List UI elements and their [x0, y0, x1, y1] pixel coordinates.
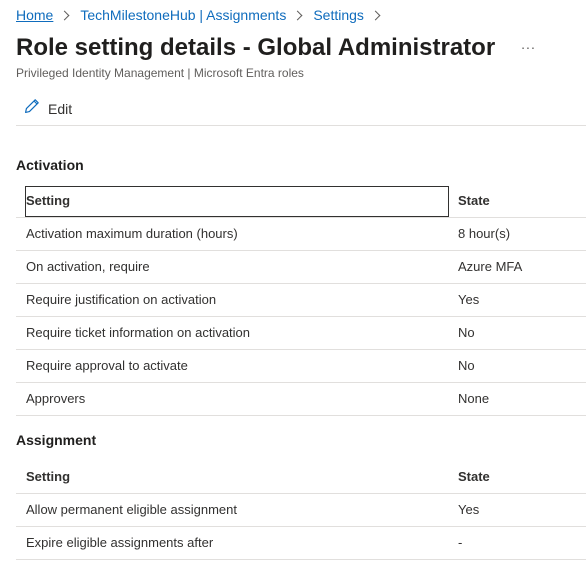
setting-cell: Allow permanent eligible assignment [26, 502, 238, 517]
assignment-section-title: Assignment [16, 432, 97, 448]
state-cell: Azure MFA [458, 259, 523, 274]
edit-button[interactable]: Edit [24, 98, 72, 119]
setting-cell: Require approval to activate [26, 358, 188, 373]
table-row: Expire eligible assignments after - [16, 527, 586, 560]
table-header-row: Setting State [16, 461, 586, 494]
page-title: Role setting details - Global Administra… [16, 34, 496, 61]
state-column-header[interactable]: State [458, 461, 490, 493]
state-cell: No [458, 358, 475, 373]
state-cell: Yes [458, 502, 480, 517]
chevron-right-icon [292, 10, 303, 20]
breadcrumb-assignments-link[interactable]: TechMilestoneHub | Assignments [80, 7, 286, 23]
more-icon[interactable]: ... [521, 36, 536, 52]
page-subtitle: Privileged Identity Management | Microso… [16, 66, 304, 80]
state-cell: 8 hour(s) [458, 226, 511, 241]
table-row: Require ticket information on activation… [16, 317, 586, 350]
breadcrumb-settings-link[interactable]: Settings [313, 7, 364, 23]
setting-column-header[interactable]: Setting [26, 185, 70, 217]
setting-cell: Approvers [26, 391, 86, 406]
table-row: Require justification on activation Yes [16, 284, 586, 317]
state-cell: No [458, 325, 475, 340]
table-row: On activation, require Azure MFA [16, 251, 586, 284]
assignment-table: Setting State Allow permanent eligible a… [16, 461, 586, 560]
toolbar: Edit [16, 96, 586, 126]
title-row: Role setting details - Global Administra… [16, 34, 536, 62]
setting-header-focus [25, 186, 449, 217]
state-cell: None [458, 391, 490, 406]
activation-section-title: Activation [16, 157, 84, 173]
setting-cell: Require ticket information on activation [26, 325, 251, 340]
state-cell: Yes [458, 292, 480, 307]
setting-cell: On activation, require [26, 259, 150, 274]
table-row: Activation maximum duration (hours) 8 ho… [16, 218, 586, 251]
setting-column-header[interactable]: Setting [26, 461, 70, 493]
chevron-right-icon [59, 10, 70, 20]
setting-cell: Activation maximum duration (hours) [26, 226, 238, 241]
breadcrumb: Home TechMilestoneHub | Assignments Sett… [16, 7, 391, 23]
activation-table: Setting State Activation maximum duratio… [16, 185, 586, 416]
table-row: Allow permanent eligible assignment Yes [16, 494, 586, 527]
setting-cell: Expire eligible assignments after [26, 535, 214, 550]
table-header-row: Setting State [16, 185, 586, 218]
state-column-header[interactable]: State [458, 185, 490, 217]
edit-label: Edit [48, 100, 73, 117]
table-row: Approvers None [16, 383, 586, 416]
pencil-icon [24, 98, 40, 119]
state-cell: - [458, 535, 463, 550]
setting-cell: Require justification on activation [26, 292, 217, 307]
chevron-right-icon [370, 10, 381, 20]
table-row: Require approval to activate No [16, 350, 586, 383]
breadcrumb-home-link[interactable]: Home [16, 7, 53, 23]
